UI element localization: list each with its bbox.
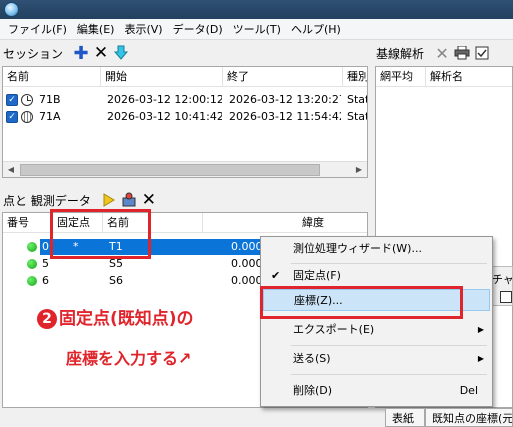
baseline-title: 基線解析 — [376, 46, 425, 61]
checkbox-icon[interactable] — [472, 43, 492, 63]
check-icon: ✔ — [271, 269, 281, 282]
submenu-arrow-icon: ▶ — [477, 325, 484, 334]
col-header-start[interactable]: 開始 — [101, 67, 223, 87]
process-icon[interactable] — [119, 190, 139, 210]
context-menu: 測位処理ウィザード(W)... ✔ 固定点(F) 座標(Z)... エクスポート… — [260, 236, 493, 407]
menu-separator — [291, 263, 487, 264]
green-point-icon — [27, 276, 37, 286]
checkbox-checked-icon[interactable]: ✓ — [6, 94, 18, 106]
annotation-text-2: 座標を入力する↗ — [66, 349, 192, 368]
highlight-box-headers — [50, 209, 151, 259]
session-start: 2026-03-12 12:00:12 — [107, 93, 222, 106]
clock-icon — [21, 94, 33, 106]
menu-bar: ファイル(F) 編集(E) 表示(V) データ(D) ツール(T) ヘルプ(H) — [0, 19, 513, 40]
menu-edit[interactable]: 編集(E) — [72, 19, 120, 40]
add-icon[interactable]: ✚ — [71, 43, 91, 64]
app-icon — [4, 2, 19, 17]
point-latitude: 0.0000 — [231, 274, 263, 287]
points-toolbar: 点と 観測データ ✕ — [3, 189, 368, 211]
point-name: S6 — [109, 274, 123, 287]
highlight-box-coordinates — [260, 286, 463, 319]
step-number-badge: 2 — [37, 309, 57, 329]
menu-view[interactable]: 表示(V) — [119, 19, 167, 40]
globe-icon — [21, 111, 33, 123]
col-header-latitude[interactable]: 緯度 — [203, 213, 367, 233]
green-point-icon — [27, 259, 37, 269]
menu-file[interactable]: ファイル(F) — [3, 19, 72, 40]
col-header-number[interactable]: 番号 — [3, 213, 53, 233]
col-header-network-adjust[interactable]: 網平均 — [376, 67, 426, 87]
table-row[interactable]: ✓ 71A 2026-03-12 10:41:42 2026-03-12 11:… — [3, 109, 368, 125]
points-title: 点と 観測データ — [3, 193, 91, 208]
close-icon[interactable]: ✕ — [91, 43, 111, 63]
col-header-analysis-name[interactable]: 解析名 — [426, 67, 512, 87]
close-icon[interactable]: ✕ — [432, 43, 452, 63]
green-point-icon — [27, 242, 37, 252]
side-panel-label: チャー — [492, 273, 513, 286]
menu-item-label: エクスポート(E) — [293, 323, 375, 336]
menu-item-send[interactable]: 送る(S) ▶ — [263, 348, 490, 370]
menu-item-label: 送る(S) — [293, 352, 331, 365]
annotation-line1: 2 固定点(既知点)の — [37, 304, 194, 329]
menu-separator — [291, 374, 487, 375]
col-header-name[interactable]: 名前 — [3, 67, 101, 87]
point-latitude: 0.0000 — [231, 257, 263, 270]
checkbox-icon[interactable] — [500, 291, 512, 303]
annotation-text-1: 固定点(既知点)の — [59, 309, 194, 329]
menu-item-export[interactable]: エクスポート(E) ▶ — [263, 319, 490, 341]
menu-help[interactable]: ヘルプ(H) — [286, 19, 346, 40]
import-arrow-icon[interactable] — [111, 43, 131, 63]
session-table: 名前 開始 終了 種別 ✓ 71B 2026-03-12 12:00:12 20… — [2, 66, 368, 178]
scroll-thumb[interactable] — [20, 164, 320, 176]
col-header-end[interactable]: 終了 — [223, 67, 343, 87]
menu-item-wizard[interactable]: 測位処理ウィザード(W)... — [263, 238, 490, 260]
col-header-type[interactable]: 種別 — [343, 67, 367, 87]
session-end: 2026-03-12 13:20:27 — [229, 93, 341, 106]
checkbox-checked-icon[interactable]: ✓ — [6, 111, 18, 123]
session-type: Stat — [347, 93, 368, 106]
menu-item-shortcut: Del — [459, 384, 478, 397]
scroll-left-icon[interactable]: ◀ — [3, 162, 19, 177]
session-toolbar: セッション ✚ ✕ — [3, 42, 368, 64]
menu-separator — [291, 345, 487, 346]
session-name: 71A — [39, 110, 61, 123]
point-fixed — [73, 273, 85, 289]
close-icon[interactable]: ✕ — [139, 190, 159, 210]
session-name: 71B — [39, 93, 61, 106]
printer-icon[interactable] — [452, 43, 472, 63]
menu-item-label: 測位処理ウィザード(W)... — [293, 242, 422, 255]
session-start: 2026-03-12 10:41:42 — [107, 110, 222, 123]
menu-item-delete[interactable]: 削除(D) Del — [263, 380, 490, 402]
tab-cover[interactable]: 表紙 — [385, 408, 425, 427]
table-row[interactable]: ✓ 71B 2026-03-12 12:00:12 2026-03-12 13:… — [3, 92, 368, 108]
menu-item-fixed-point[interactable]: ✔ 固定点(F) — [263, 265, 490, 287]
session-end: 2026-03-12 11:54:42 — [229, 110, 341, 123]
menu-item-label: 削除(D) — [293, 384, 333, 397]
menu-tools[interactable]: ツール(T) — [228, 19, 286, 40]
point-number: 6 — [42, 274, 49, 287]
session-title: セッション — [3, 46, 64, 61]
submenu-arrow-icon: ▶ — [477, 354, 484, 363]
window-titlebar — [0, 0, 513, 19]
play-icon[interactable] — [99, 190, 119, 210]
session-type: Stat — [347, 110, 368, 123]
menu-data[interactable]: データ(D) — [168, 19, 228, 40]
tab-known-coords[interactable]: 既知点の座標(元 — [425, 408, 513, 427]
side-panel-partial: チャー — [490, 266, 513, 306]
session-hscrollbar[interactable]: ◀ ▶ — [3, 161, 367, 177]
baseline-toolbar: 基線解析 ✕ — [376, 42, 513, 64]
scroll-right-icon[interactable]: ▶ — [351, 162, 367, 177]
menu-item-label: 固定点(F) — [293, 269, 341, 282]
